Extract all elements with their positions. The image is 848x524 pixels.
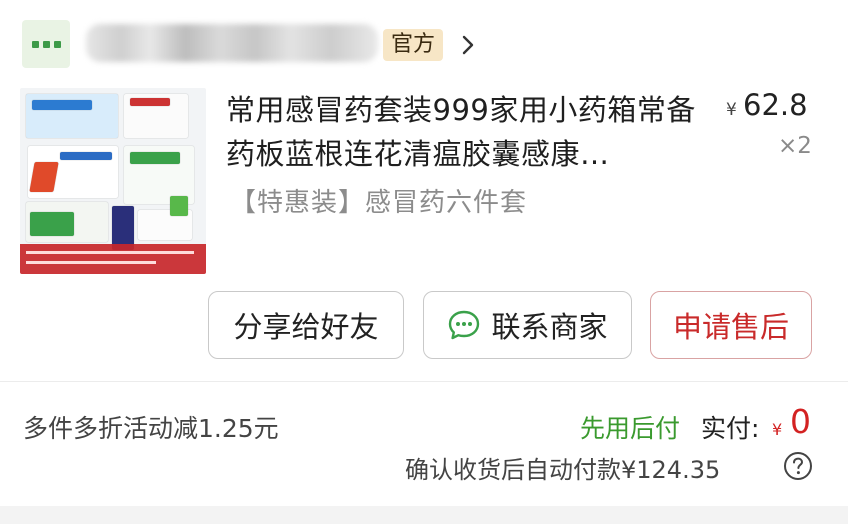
paid-currency: ¥ xyxy=(772,420,783,439)
product-title[interactable]: 常用感冒药套装999家用小药箱常备药板蓝根连花清瘟胶囊感康… xyxy=(226,88,706,176)
price-currency: ¥ xyxy=(726,100,737,120)
product-image[interactable] xyxy=(20,88,206,274)
official-badge: 官方 xyxy=(383,29,444,61)
paid-amount: 0 xyxy=(790,402,811,441)
discount-info: 多件多折活动减1.25元 xyxy=(23,414,279,443)
share-button-label: 分享给好友 xyxy=(233,310,379,344)
store-logo xyxy=(22,20,70,68)
auto-pay-note: 确认收货后自动付款¥124.35 xyxy=(405,456,721,484)
chevron-right-icon[interactable] xyxy=(458,33,478,57)
quantity: ×2 xyxy=(778,133,812,159)
sku-spec: 【特惠装】感冒药六件套 xyxy=(230,188,528,218)
footer-band xyxy=(0,506,848,524)
price-value: 62.8 xyxy=(743,88,808,122)
contact-seller-button[interactable]: 联系商家 xyxy=(423,291,632,359)
paid-label: 实付: xyxy=(701,414,760,443)
pay-later-label: 先用后付 xyxy=(580,414,681,443)
chat-bubble-icon xyxy=(449,310,480,340)
share-button[interactable]: 分享给好友 xyxy=(208,291,404,359)
divider xyxy=(0,381,848,382)
store-header[interactable]: 官方 xyxy=(0,0,848,84)
contact-seller-label: 联系商家 xyxy=(491,310,608,344)
after-sale-label: 申请售后 xyxy=(672,310,789,344)
after-sale-button[interactable]: 申请售后 xyxy=(650,291,812,359)
help-circle-icon[interactable] xyxy=(783,451,813,481)
store-name-blurred xyxy=(86,24,378,62)
